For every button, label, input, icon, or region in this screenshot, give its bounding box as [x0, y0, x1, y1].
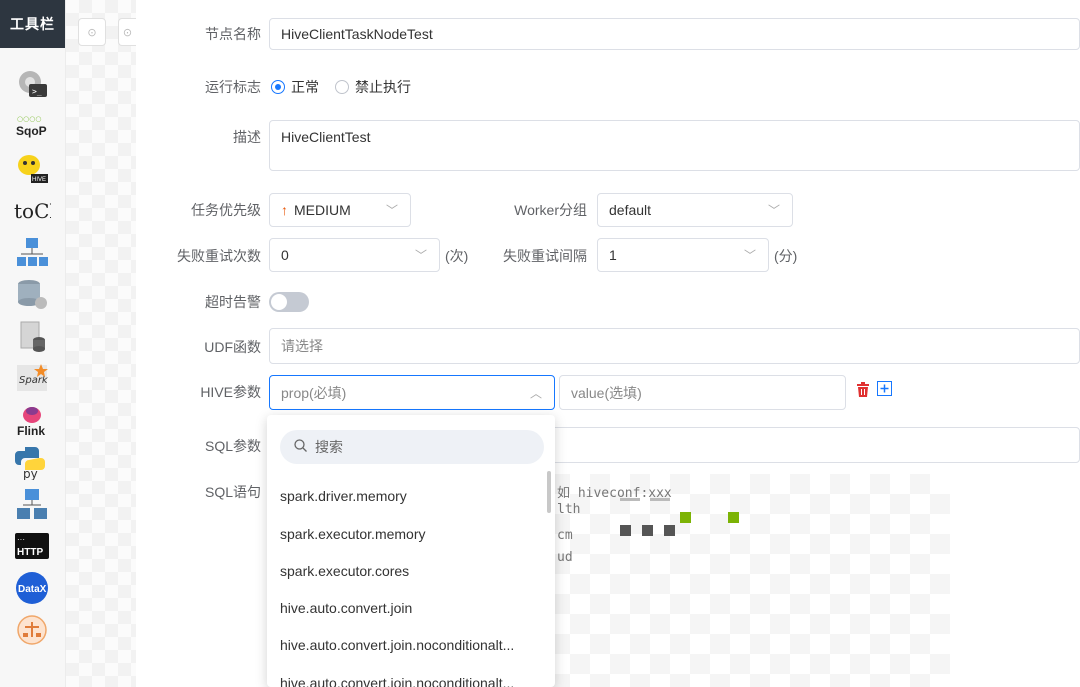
priority-value: MEDIUM — [294, 202, 351, 218]
run-flag-normal-label: 正常 — [291, 79, 319, 95]
run-flag-group: 正常 禁止执行 — [271, 77, 411, 97]
worker-group-value: default — [609, 202, 652, 218]
retry-interval-value: 1 — [609, 247, 617, 263]
svg-text:HIVE: HIVE — [32, 177, 46, 183]
chevron-down-icon: ﹀ — [743, 248, 756, 263]
chevron-down-icon: ﹀ — [767, 203, 780, 218]
node-name-value: HiveClientTaskNodeTest — [281, 26, 433, 42]
node-name-label: 节点名称 — [205, 26, 261, 42]
timeout-alarm-switch[interactable] — [269, 292, 309, 312]
hive-value-input[interactable]: value(选填) — [559, 375, 846, 410]
svg-text:○○○○: ○○○○ — [17, 115, 41, 123]
dropdown-option[interactable]: hive.auto.convert.join — [280, 598, 542, 618]
search-icon — [294, 439, 307, 455]
canvas-grid: ⊙ ⊙ — [66, 0, 136, 687]
code-glyph — [620, 525, 631, 536]
tock-tool-icon[interactable]: toCk — [13, 192, 51, 228]
dropdown-search-placeholder: 搜索 — [315, 439, 343, 455]
python-tool-icon[interactable]: py — [13, 444, 51, 480]
code-glyph — [642, 525, 653, 536]
svg-text:>_: >_ — [32, 87, 42, 96]
sql-tool-icon[interactable] — [13, 318, 51, 354]
sql-label: SQL语句 — [204, 484, 261, 500]
shell-tool-icon[interactable]: >_ — [13, 66, 51, 102]
run-flag-forbidden-radio[interactable]: 禁止执行 — [335, 77, 411, 97]
node-name-input[interactable]: HiveClientTaskNodeTest — [269, 18, 1080, 50]
dropdown-search-input[interactable]: 搜索 — [280, 430, 544, 464]
hive-prop-placeholder: prop(必填) — [281, 384, 347, 401]
datax-tool-icon[interactable]: DataX — [13, 570, 51, 606]
sub-process-tool-icon[interactable] — [13, 234, 51, 270]
radio-checked-icon — [271, 80, 285, 94]
worker-group-label: Worker分组 — [514, 202, 587, 218]
dependent-tool-icon[interactable] — [13, 486, 51, 522]
code-glyph — [728, 512, 739, 523]
retry-times-select[interactable]: 0 ﹀ — [269, 238, 440, 272]
description-value: HiveClientTest — [281, 129, 371, 145]
sql-code-line: ud — [557, 550, 573, 565]
retry-times-label: 失败重试次数 — [177, 248, 261, 264]
hive-value-placeholder: value(选填) — [571, 384, 642, 401]
conditions-tool-icon[interactable] — [13, 612, 51, 648]
hive-tool-icon[interactable]: HIVE — [13, 150, 51, 186]
worker-group-select[interactable]: default ﹀ — [597, 193, 793, 227]
chevron-up-icon: ︿ — [529, 386, 542, 400]
toolbar-title: 工具栏 — [0, 0, 65, 48]
svg-text:HTTP: HTTP — [17, 547, 43, 558]
svg-text:Flink: Flink — [17, 424, 45, 438]
dropdown-option[interactable]: spark.executor.memory — [280, 524, 542, 544]
sqoop-tool-icon[interactable]: ○○○○ SqoP — [13, 108, 51, 144]
run-flag-normal-radio[interactable]: 正常 — [271, 77, 319, 97]
code-glyph — [664, 525, 675, 536]
sql-code-line: lth — [557, 502, 581, 517]
hive-prop-select[interactable]: prop(必填) ︿ — [269, 375, 555, 410]
delete-icon[interactable] — [856, 382, 870, 400]
chevron-down-icon: ﹀ — [414, 248, 427, 263]
udf-label: UDF函数 — [204, 339, 261, 355]
retry-interval-unit: (分) — [774, 248, 798, 264]
svg-text:Spark: Spark — [19, 375, 49, 386]
svg-text:SqoP: SqoP — [16, 124, 47, 138]
udf-placeholder: 请选择 — [281, 338, 323, 354]
settings-icon[interactable]: ⊙ — [118, 18, 136, 46]
priority-up-arrow-icon: ↑ — [281, 202, 288, 218]
retry-interval-select[interactable]: 1 ﹀ — [597, 238, 769, 272]
priority-select[interactable]: ↑ MEDIUM ﹀ — [269, 193, 411, 227]
dropdown-option[interactable]: hive.auto.convert.join.noconditionalt... — [280, 673, 542, 687]
dropdown-scrollbar[interactable] — [547, 471, 551, 513]
dropdown-option[interactable]: spark.executor.cores — [280, 561, 542, 581]
svg-text:DataX: DataX — [18, 584, 47, 595]
retry-times-value: 0 — [281, 247, 289, 263]
run-flag-forbidden-label: 禁止执行 — [355, 79, 411, 95]
spark-tool-icon[interactable]: Spark — [13, 360, 51, 396]
code-glyph — [680, 512, 691, 523]
procedure-tool-icon[interactable] — [13, 276, 51, 312]
chevron-down-icon: ﹀ — [385, 203, 398, 218]
sql-params-label: SQL参数 — [204, 438, 261, 454]
code-glyph — [620, 498, 640, 501]
udf-select[interactable]: 请选择 — [269, 328, 1080, 364]
hive-prop-dropdown: 搜索 spark.driver.memory spark.executor.me… — [267, 415, 555, 687]
description-textarea[interactable]: HiveClientTest — [269, 120, 1080, 171]
http-tool-icon[interactable]: ··· HTTP — [13, 528, 51, 564]
priority-label: 任务优先级 — [191, 202, 261, 218]
dropdown-option[interactable]: hive.auto.convert.join.noconditionalt... — [280, 635, 542, 655]
hive-params-label: HIVE参数 — [200, 384, 261, 400]
sql-code-line: cm — [557, 528, 573, 543]
timeout-alarm-label: 超时告警 — [205, 294, 261, 310]
link-icon[interactable]: ⊙ — [78, 18, 106, 46]
run-flag-label: 运行标志 — [205, 79, 261, 95]
svg-text:toCk: toCk — [14, 199, 51, 223]
add-param-icon[interactable] — [877, 381, 892, 399]
svg-text:···: ··· — [17, 535, 25, 544]
code-glyph — [650, 498, 670, 501]
retry-interval-label: 失败重试间隔 — [503, 248, 587, 264]
flink-tool-icon[interactable]: Flink — [13, 402, 51, 438]
radio-unchecked-icon — [335, 80, 349, 94]
dropdown-option[interactable]: spark.driver.memory — [280, 486, 542, 506]
toolbar: 工具栏 >_ ○○○○SqoP HIVE toCk Spark Flink py… — [0, 0, 66, 687]
description-label: 描述 — [233, 129, 261, 145]
svg-text:py: py — [23, 467, 38, 480]
